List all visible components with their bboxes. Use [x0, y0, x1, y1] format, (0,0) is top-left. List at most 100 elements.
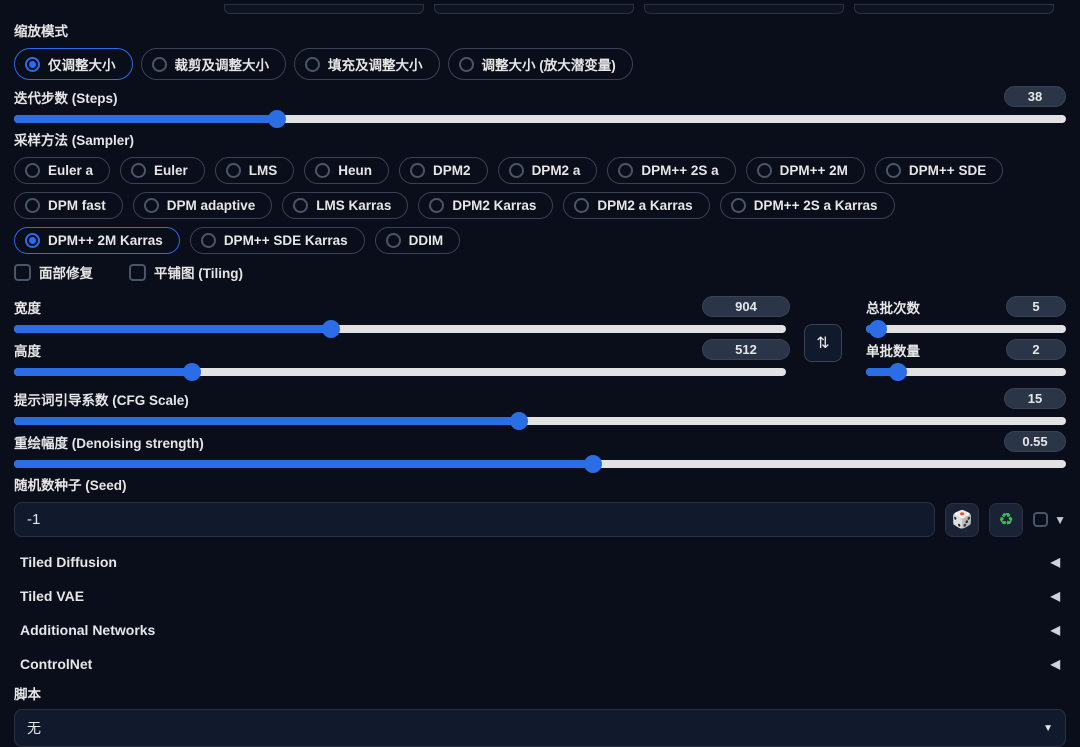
cfg-label: 提示词引导系数 (CFG Scale): [14, 389, 189, 409]
sampler-option[interactable]: DPM2 Karras: [418, 192, 553, 219]
radio-icon: [410, 163, 425, 178]
recycle-icon: ♻: [998, 510, 1013, 530]
accordion-title: Additional Networks: [20, 622, 155, 638]
radio-icon: [25, 57, 40, 72]
sampler-option[interactable]: DPM2 a: [498, 157, 598, 184]
sampler-option[interactable]: DPM adaptive: [133, 192, 273, 219]
accordion-additional-networks[interactable]: Additional Networks ◀: [14, 613, 1066, 647]
radio-icon: [886, 163, 901, 178]
radio-icon: [25, 233, 40, 248]
dimensions-grid: 宽度 904 高度 512 ⇅ 总批次数 5: [14, 290, 1066, 382]
chevron-left-icon: ◀: [1051, 657, 1060, 671]
radio-icon: [757, 163, 772, 178]
batch-size-label: 单批数量: [866, 340, 920, 360]
radio-icon: [459, 57, 474, 72]
chevron-down-icon: ▼: [1054, 513, 1066, 527]
radio-icon: [574, 198, 589, 213]
cfg-value[interactable]: 15: [1004, 388, 1066, 409]
denoise-track[interactable]: [14, 460, 1066, 468]
sampler-option[interactable]: DPM2 a Karras: [563, 192, 709, 219]
sampler-option[interactable]: DPM fast: [14, 192, 123, 219]
accordion-tiled-diffusion[interactable]: Tiled Diffusion◀: [14, 545, 1066, 579]
seed-extra-toggle[interactable]: ▼: [1033, 512, 1066, 527]
radio-icon: [509, 163, 524, 178]
width-value[interactable]: 904: [702, 296, 790, 317]
radio-icon: [152, 57, 167, 72]
seed-random-button[interactable]: 🎲: [945, 503, 979, 537]
radio-icon: [226, 163, 241, 178]
radio-icon: [25, 198, 40, 213]
width-slider: 宽度 904: [14, 296, 790, 333]
sampler-option[interactable]: DPM2: [399, 157, 488, 184]
dice-icon: 🎲: [952, 510, 973, 530]
radio-icon: [144, 198, 159, 213]
radio-icon: [131, 163, 146, 178]
radio-icon: [201, 233, 216, 248]
sampler-option[interactable]: Heun: [304, 157, 389, 184]
script-label: 脚本: [14, 683, 1066, 703]
denoise-value[interactable]: 0.55: [1004, 431, 1066, 452]
batch-count-slider: 总批次数 5: [866, 296, 1066, 333]
top-cropped-row: [14, 4, 1066, 14]
radio-icon: [25, 163, 40, 178]
accordion-controlnet[interactable]: ControlNet◀: [14, 647, 1066, 681]
sampler-option[interactable]: LMS: [215, 157, 295, 184]
denoise-slider: 重绘幅度 (Denoising strength) 0.55: [14, 431, 1066, 468]
chevron-down-icon: ▼: [1043, 723, 1053, 734]
height-label: 高度: [14, 340, 41, 360]
resize-mode-option[interactable]: 调整大小 (放大潜变量): [448, 48, 633, 80]
sampler-option[interactable]: Euler a: [14, 157, 110, 184]
radio-icon: [305, 57, 320, 72]
sampler-options: Euler a Euler LMS Heun DPM2 DPM2 a DPM++ 2S a D…: [14, 157, 1066, 254]
steps-track[interactable]: [14, 115, 1066, 123]
chevron-left-icon: ◀: [1051, 555, 1060, 569]
seed-input[interactable]: [14, 502, 935, 537]
sampler-option[interactable]: DPM++ 2S a: [607, 157, 735, 184]
resize-mode-option[interactable]: 裁剪及调整大小: [141, 48, 287, 80]
radio-icon: [429, 198, 444, 213]
radio-icon: [618, 163, 633, 178]
batch-size-track[interactable]: [866, 368, 1066, 376]
height-track[interactable]: [14, 368, 786, 376]
radio-icon: [731, 198, 746, 213]
checkbox-row: 面部修复 平铺图 (Tiling): [14, 262, 1066, 282]
swap-dimensions-button[interactable]: ⇅: [804, 324, 842, 362]
resize-mode-options: 仅调整大小裁剪及调整大小填充及调整大小调整大小 (放大潜变量): [14, 48, 1066, 80]
sampler-option[interactable]: LMS Karras: [282, 192, 408, 219]
sampler-option[interactable]: DPM++ SDE Karras: [190, 227, 365, 254]
sampler-option[interactable]: DDIM: [375, 227, 461, 254]
accordion-tiled-vae[interactable]: Tiled VAE◀: [14, 579, 1066, 613]
radio-icon: [315, 163, 330, 178]
seed-label: 随机数种子 (Seed): [14, 474, 1066, 494]
sampler-option[interactable]: Euler: [120, 157, 205, 184]
resize-mode-option[interactable]: 仅调整大小: [14, 48, 133, 80]
sampler-label: 采样方法 (Sampler): [14, 129, 1066, 149]
steps-value[interactable]: 38: [1004, 86, 1066, 107]
sampler-option[interactable]: DPM++ 2S a Karras: [720, 192, 895, 219]
batch-count-label: 总批次数: [866, 297, 920, 317]
chevron-left-icon: ◀: [1051, 623, 1060, 637]
seed-reuse-button[interactable]: ♻: [989, 503, 1023, 537]
resize-mode-label: 缩放模式: [14, 20, 1066, 40]
batch-count-value[interactable]: 5: [1006, 296, 1066, 317]
height-value[interactable]: 512: [702, 339, 790, 360]
steps-label: 迭代步数 (Steps): [14, 87, 118, 107]
height-slider: 高度 512: [14, 339, 790, 376]
resize-mode-option[interactable]: 填充及调整大小: [294, 48, 440, 80]
cfg-slider: 提示词引导系数 (CFG Scale) 15: [14, 388, 1066, 425]
script-dropdown[interactable]: 无 ▼: [14, 709, 1066, 747]
radio-icon: [386, 233, 401, 248]
sampler-option[interactable]: DPM++ SDE: [875, 157, 1003, 184]
width-label: 宽度: [14, 297, 41, 317]
script-value: 无: [27, 718, 41, 738]
tiling-checkbox[interactable]: 平铺图 (Tiling): [129, 262, 243, 282]
denoise-label: 重绘幅度 (Denoising strength): [14, 432, 204, 452]
sampler-option[interactable]: DPM++ 2M: [746, 157, 865, 184]
cfg-track[interactable]: [14, 417, 1066, 425]
width-track[interactable]: [14, 325, 786, 333]
sampler-option[interactable]: DPM++ 2M Karras: [14, 227, 180, 254]
chevron-left-icon: ◀: [1051, 589, 1060, 603]
batch-size-value[interactable]: 2: [1006, 339, 1066, 360]
face-restore-checkbox[interactable]: 面部修复: [14, 262, 93, 282]
batch-count-track[interactable]: [866, 325, 1066, 333]
